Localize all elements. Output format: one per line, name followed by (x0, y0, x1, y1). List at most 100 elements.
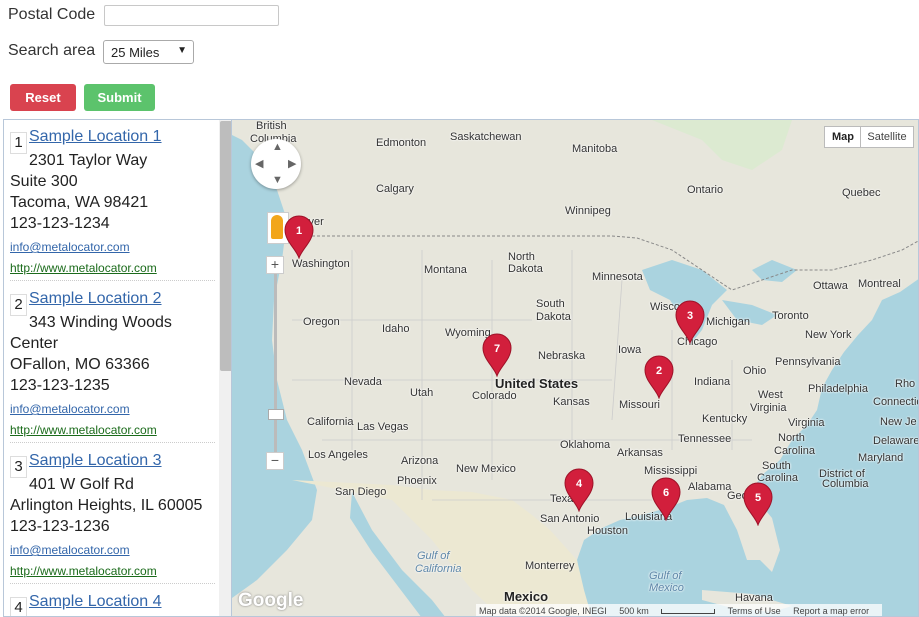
pan-up-icon[interactable]: ▲ (272, 141, 283, 153)
results-list[interactable]: 1 Sample Location 1 2301 Taylor Way Suit… (3, 119, 231, 617)
map-place-label: Nevada (344, 376, 382, 388)
map-place-label: Minnesota (592, 271, 643, 283)
map-place-label: New Mexico (456, 463, 516, 475)
zoom-slider-track[interactable] (274, 274, 277, 452)
map-marker-label: 7 (493, 343, 501, 355)
map-place-label: Virginia (788, 417, 825, 429)
map-water-label: Gulf of (649, 570, 682, 582)
location-website-link[interactable]: http://www.metalocator.com (10, 420, 157, 441)
report-map-error-link[interactable]: Report a map error (793, 606, 869, 616)
zoom-slider-handle[interactable] (268, 409, 284, 420)
map-place-label: Pennsylvania (775, 356, 841, 368)
location-name-link[interactable]: Sample Location 1 (29, 126, 162, 147)
map-place-label: Kentucky (702, 413, 748, 425)
location-details: Center OFallon, MO 63366 123-123-1235 (10, 333, 150, 396)
scrollbar-thumb[interactable] (220, 121, 231, 371)
location-name-link[interactable]: Sample Location 4 (29, 591, 162, 612)
map-marker-label: 2 (655, 365, 663, 377)
map-place-label: Ontario (687, 184, 724, 196)
map-place-label: Colorado (472, 390, 517, 402)
location-email-link[interactable]: info@metalocator.com (10, 540, 130, 561)
search-area-select[interactable]: 25 Miles ▼ (103, 40, 194, 64)
map-place-label: Delaware (873, 435, 919, 447)
map-place-label: San Antonio (540, 513, 600, 525)
scrollbar[interactable] (219, 120, 231, 616)
divider (10, 583, 215, 584)
map-data-credit: Map data ©2014 Google, INEGI (479, 606, 607, 616)
map-place-label: North (508, 251, 535, 263)
map-place-label: Virginia (750, 402, 787, 414)
pan-right-icon[interactable]: ▶ (288, 157, 296, 170)
map-marker-icon[interactable]: 4 (563, 468, 595, 513)
map-marker-label: 6 (662, 487, 670, 499)
map-type-satellite-button[interactable]: Satellite (860, 126, 914, 148)
scale-label: 500 km (619, 606, 649, 616)
map-place-label: Dakota (536, 311, 571, 323)
map-place-label: British (256, 120, 287, 132)
map-place-label: Manitoba (572, 143, 618, 155)
location-name-link[interactable]: Sample Location 2 (29, 288, 162, 309)
map-place-label: Winnipeg (565, 205, 611, 217)
submit-button[interactable]: Submit (84, 84, 155, 111)
map-place-label: Michigan (706, 316, 751, 328)
dropdown-arrow-icon: ▼ (177, 45, 187, 56)
location-email-link[interactable]: info@metalocator.com (10, 399, 130, 420)
google-logo: Google (238, 590, 304, 611)
location-phone: 123-123-1235 (10, 377, 110, 394)
scale-bar (661, 609, 716, 615)
map-place-label: Los Angeles (308, 449, 368, 461)
map-place-label: Las Vegas (357, 421, 409, 433)
map-place-label: Carolina (774, 445, 815, 457)
map-place-label: South (762, 460, 791, 472)
divider (10, 442, 215, 443)
map-place-label: Ohio (743, 365, 767, 377)
location-number: 3 (10, 456, 27, 478)
map-type-map-button[interactable]: Map (824, 126, 862, 148)
location-phone: 123-123-1236 (10, 518, 110, 535)
divider (10, 280, 215, 281)
terms-of-use-link[interactable]: Terms of Use (728, 606, 781, 616)
map-country-label: United States (495, 376, 579, 391)
pan-down-icon[interactable]: ▼ (272, 174, 283, 186)
map-marker-icon[interactable]: 6 (650, 477, 682, 522)
location-city-line: Tacoma, WA 98421 (10, 194, 149, 211)
location-city-line: Arlington Heights, IL 60005 (10, 497, 203, 514)
map-place-label: Rho (895, 378, 916, 390)
map-attribution: Map data ©2014 Google, INEGI 500 km Term… (476, 604, 883, 616)
map-place-label: Washington (292, 258, 350, 270)
map-place-label: San Diego (335, 486, 387, 498)
zoom-out-button[interactable]: − (266, 452, 284, 470)
postal-code-input[interactable] (104, 5, 279, 26)
reset-button[interactable]: Reset (10, 84, 76, 111)
map-place-label: Indiana (694, 376, 731, 388)
map[interactable]: British Columbia Saskatchewan Edmonton Calga… (231, 119, 919, 617)
location-address-line: Suite 300 (10, 173, 78, 190)
map-place-label: Utah (410, 387, 434, 399)
location-email-link[interactable]: info@metalocator.com (10, 237, 130, 258)
map-marker-icon[interactable]: 3 (674, 300, 706, 345)
location-website-link[interactable]: http://www.metalocator.com (10, 258, 157, 279)
map-marker-icon[interactable]: 2 (643, 355, 675, 400)
map-place-label: Havana (735, 592, 773, 604)
map-water-label: Gulf of (417, 550, 450, 562)
location-name-link[interactable]: Sample Location 3 (29, 450, 162, 471)
map-place-label: Connectic (873, 396, 919, 408)
map-place-label: Montreal (858, 278, 901, 290)
pan-left-icon[interactable]: ◀ (255, 157, 263, 170)
map-marker-label: 1 (295, 225, 303, 237)
zoom-in-button[interactable]: + (266, 256, 284, 274)
map-marker-icon[interactable]: 1 (283, 215, 315, 260)
map-marker-label: 5 (754, 492, 762, 504)
map-place-label: Dakota (508, 263, 543, 275)
map-marker-icon[interactable]: 5 (742, 482, 774, 527)
map-marker-icon[interactable]: 7 (481, 333, 513, 378)
map-place-label: Calgary (376, 183, 414, 195)
location-website-link[interactable]: http://www.metalocator.com (10, 561, 157, 582)
map-place-label: Edmonton (376, 137, 427, 149)
map-place-label: Monterrey (525, 560, 575, 572)
location-address: 343 Winding Woods (29, 314, 172, 331)
pan-control[interactable]: ▲ ▼ ◀ ▶ (251, 139, 301, 189)
search-area-value: 25 Miles (111, 45, 160, 60)
map-place-label: Missouri (619, 399, 660, 411)
location-city-line: OFallon, MO 63366 (10, 356, 150, 373)
